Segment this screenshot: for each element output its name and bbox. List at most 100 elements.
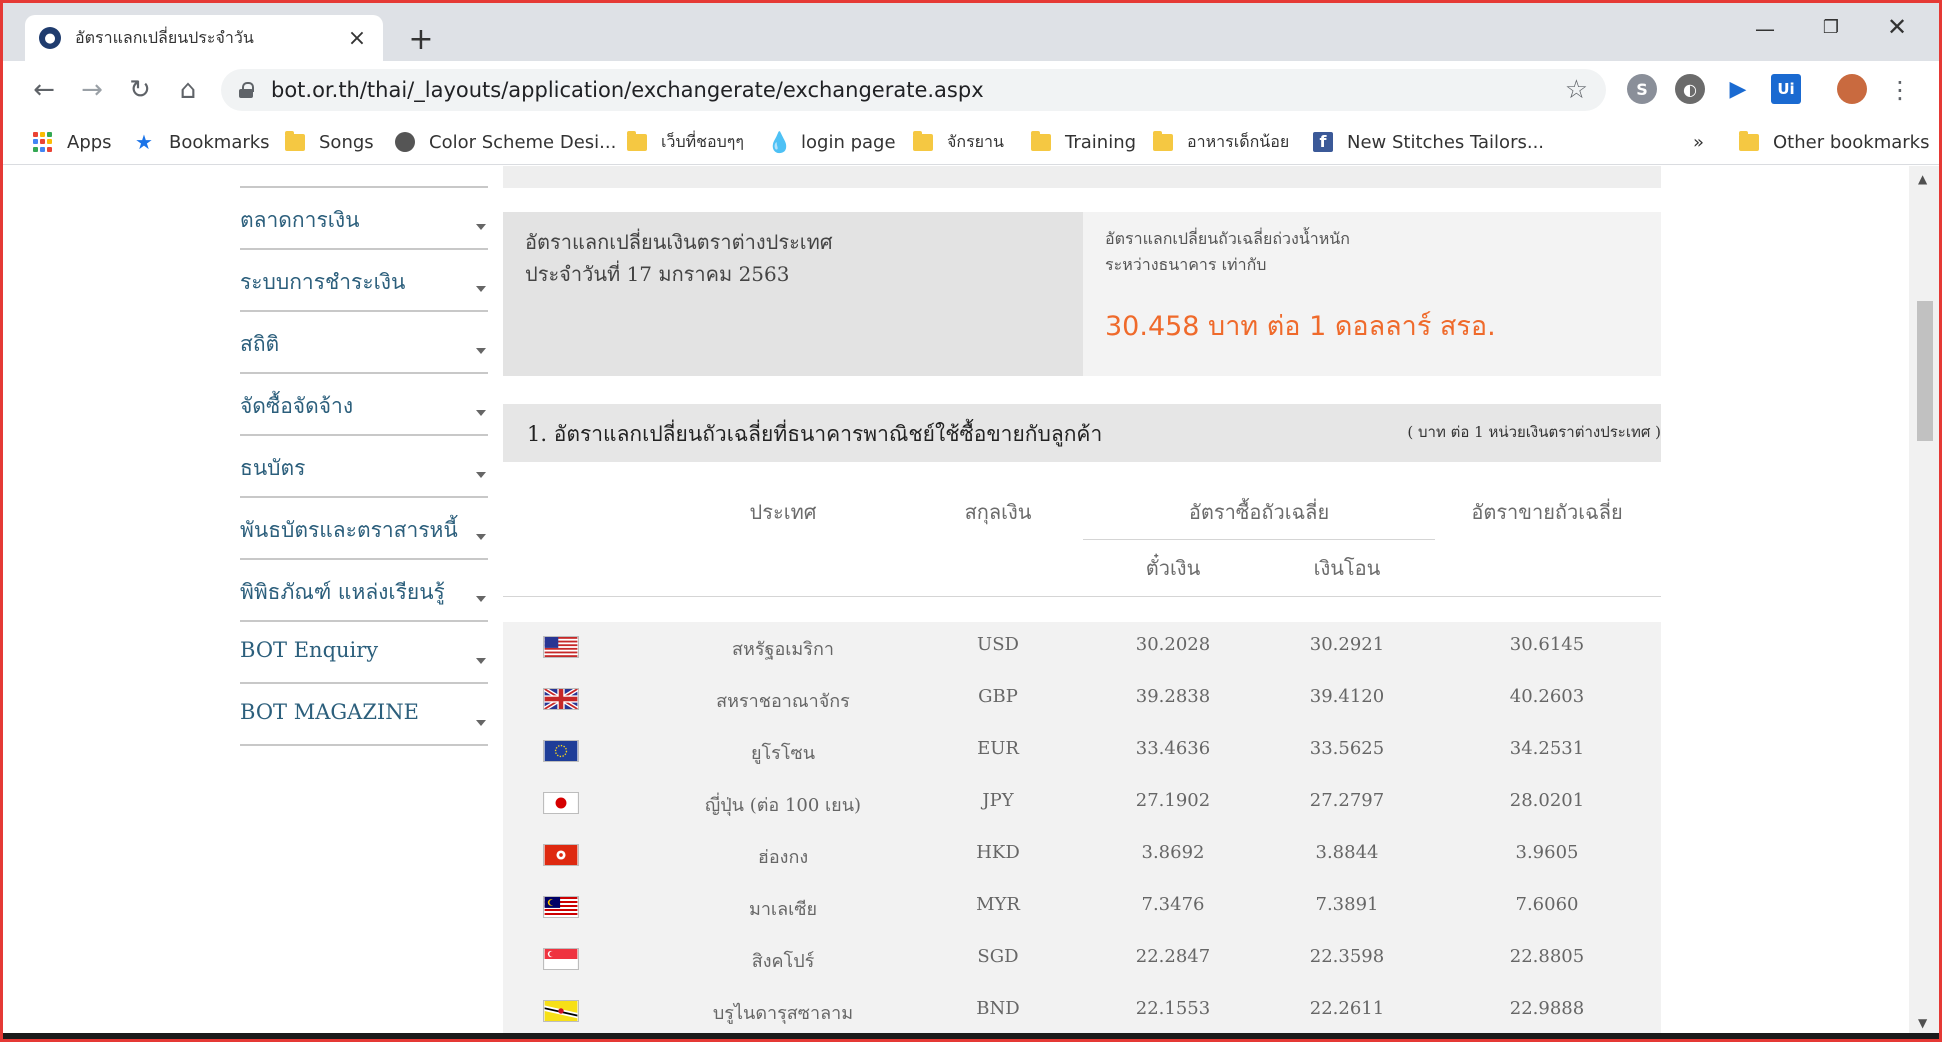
home-icon[interactable]: ⌂ xyxy=(171,73,205,107)
folder-icon xyxy=(285,130,305,151)
sidebar-item-money-market[interactable]: ตลาดการเงิน xyxy=(240,188,488,250)
table-row: สหรัฐอเมริกา USD 30.2028 30.2921 30.6145 xyxy=(503,622,1661,674)
header-currency: สกุลเงิน xyxy=(964,500,1032,524)
uipath-icon[interactable]: Ui xyxy=(1771,74,1801,104)
cell-selling: 30.6145 xyxy=(1509,634,1585,655)
table-row: มาเลเซีย MYR 7.3476 7.3891 7.6060 xyxy=(503,882,1661,934)
sidebar-item-statistics[interactable]: สถิติ xyxy=(240,312,488,374)
bookmarks-overflow-button[interactable]: » xyxy=(1693,127,1704,157)
scroll-up-icon[interactable]: ▲ xyxy=(1918,172,1927,186)
scroll-down-icon[interactable]: ▼ xyxy=(1918,1016,1927,1030)
bookmark-fav-sites[interactable]: เว็บที่ชอบๆๆ xyxy=(627,127,744,157)
extension-circle-icon[interactable]: ◐ xyxy=(1675,74,1705,104)
chevron-down-icon[interactable] xyxy=(476,286,486,292)
restore-icon[interactable]: ❐ xyxy=(1811,17,1851,38)
cell-country: สิงคโปร์ xyxy=(751,951,815,972)
interbank-label: อัตราแลกเปลี่ยนถัวเฉลี่ยถ่วงน้ำหนัก xyxy=(1105,229,1350,248)
table-row: สิงคโปร์ SGD 22.2847 22.3598 22.8805 xyxy=(503,934,1661,986)
header-buying: อัตราซื้อถัวเฉลี่ย xyxy=(1188,500,1330,524)
my-flag-icon xyxy=(543,896,579,918)
bookmark-label: Training xyxy=(1065,131,1137,153)
cell-selling: 7.6060 xyxy=(1515,894,1579,915)
browser-tab[interactable]: ● อัตราแลกเปลี่ยนประจำวัน × xyxy=(25,15,383,61)
exchange-date: ประจำวันที่ 17 มกราคม 2563 xyxy=(525,262,790,286)
chevron-down-icon[interactable] xyxy=(476,410,486,416)
cell-selling: 22.9888 xyxy=(1509,998,1585,1019)
bookmark-stitches[interactable]: f New Stitches Tailors... xyxy=(1313,127,1544,157)
chevron-down-icon[interactable] xyxy=(476,472,486,478)
chevron-down-icon[interactable] xyxy=(476,596,486,602)
sidebar-item-museum[interactable]: พิพิธภัณฑ์ แหล่งเรียนรู้ xyxy=(240,560,488,622)
back-icon[interactable]: ← xyxy=(27,73,61,107)
profile-avatar[interactable] xyxy=(1837,74,1867,104)
section-unit: ( บาท ต่อ 1 หน่วยเงินตราต่างประเทศ ) xyxy=(1407,423,1661,441)
facebook-icon: f xyxy=(1313,132,1333,152)
bookmark-star-icon[interactable]: ☆ xyxy=(1565,75,1588,105)
cell-cheque: 27.1902 xyxy=(1135,790,1211,811)
close-tab-icon[interactable]: × xyxy=(345,26,369,51)
chevron-down-icon[interactable] xyxy=(476,348,486,354)
sidebar-item-banknotes[interactable]: ธนบัตร xyxy=(240,436,488,498)
bookmark-label: เว็บที่ชอบๆๆ xyxy=(661,131,744,151)
bookmark-apps[interactable]: Apps xyxy=(33,127,112,157)
bookmark-label: New Stitches Tailors... xyxy=(1347,131,1545,153)
other-bookmarks[interactable]: Other bookmarks xyxy=(1739,127,1929,157)
folder-icon xyxy=(1153,130,1173,151)
address-bar[interactable]: bot.or.th/thai/_layouts/application/exch… xyxy=(221,69,1606,111)
table-row: ฮ่องกง HKD 3.8692 3.8844 3.9605 xyxy=(503,830,1661,882)
vertical-scrollbar[interactable]: ▲ ▼ xyxy=(1909,166,1939,1036)
bn-flag-icon xyxy=(543,1000,579,1022)
bookmark-training[interactable]: Training xyxy=(1031,127,1136,157)
skype-icon[interactable]: S xyxy=(1627,74,1657,104)
cell-cheque: 39.2838 xyxy=(1135,686,1211,707)
us-flag-icon xyxy=(543,636,579,658)
cell-selling: 22.8805 xyxy=(1509,946,1585,967)
chevron-down-icon[interactable] xyxy=(476,658,486,664)
bookmark-color-scheme[interactable]: Color Scheme Desi... xyxy=(395,127,616,157)
eu-flag-icon xyxy=(543,740,579,762)
new-tab-button[interactable]: + xyxy=(403,23,439,59)
sidebar-item-label: ระบบการชำระเงิน xyxy=(240,270,406,294)
menu-icon[interactable]: ⋮ xyxy=(1883,73,1917,107)
table-row: สหราชอาณาจักร GBP 39.2838 39.4120 40.260… xyxy=(503,674,1661,726)
sidebar-item-bot-enquiry[interactable]: BOT Enquiry xyxy=(240,622,488,684)
cell-selling: 40.2603 xyxy=(1509,686,1585,707)
chevron-down-icon[interactable] xyxy=(476,534,486,540)
cell-selling: 3.9605 xyxy=(1515,842,1579,863)
bookmark-bicycle[interactable]: จักรยาน xyxy=(913,127,1004,157)
cell-currency: USD xyxy=(977,634,1019,655)
minimize-icon[interactable]: — xyxy=(1745,17,1785,41)
table-row: บรูไนดารุสซาลาม BND 22.1553 22.2611 22.9… xyxy=(503,986,1661,1036)
sidebar-item-payment-systems[interactable]: ระบบการชำระเงิน xyxy=(240,250,488,312)
forward-icon[interactable]: → xyxy=(75,73,109,107)
section-title: 1. อัตราแลกเปลี่ยนถัวเฉลี่ยที่ธนาคารพาณิ… xyxy=(527,422,1103,446)
bookmark-label: Bookmarks xyxy=(169,131,270,153)
taskbar-edge xyxy=(3,1033,1939,1039)
sidebar-item-partial xyxy=(240,166,488,188)
bookmark-songs[interactable]: Songs xyxy=(285,127,374,157)
hk-flag-icon xyxy=(543,844,579,866)
sidebar-item-bot-magazine[interactable]: BOT MAGAZINE xyxy=(240,684,488,746)
cell-country: สหราชอาณาจักร xyxy=(716,691,850,712)
page-viewport: ตลาดการเงิน ระบบการชำระเงิน สถิติ จัดซื้… xyxy=(3,166,1915,1036)
sidebar-item-bonds[interactable]: พันธบัตรและตราสารหนี้ xyxy=(240,498,488,560)
close-window-icon[interactable]: ✕ xyxy=(1877,13,1917,41)
bookmark-label: จักรยาน xyxy=(947,131,1004,151)
scroll-thumb[interactable] xyxy=(1917,301,1933,441)
bookmark-login-page[interactable]: 💧 login page xyxy=(767,127,896,157)
sidebar-item-label: จัดซื้อจัดจ้าง xyxy=(240,394,354,418)
cell-cheque: 22.2847 xyxy=(1135,946,1211,967)
chevron-down-icon[interactable] xyxy=(476,720,486,726)
sidebar-item-label: พิพิธภัณฑ์ แหล่งเรียนรู้ xyxy=(240,580,445,604)
chevron-down-icon[interactable] xyxy=(476,224,486,230)
uk-flag-icon xyxy=(543,688,579,710)
cell-country: ยูโรโซน xyxy=(750,743,816,764)
reload-icon[interactable]: ↻ xyxy=(123,73,157,107)
sidebar-item-label: ตลาดการเงิน xyxy=(240,208,360,232)
play-extension-icon[interactable]: ▶ xyxy=(1723,74,1753,104)
sidebar-item-procurement[interactable]: จัดซื้อจัดจ้าง xyxy=(240,374,488,436)
bookmark-baby-food[interactable]: อาหารเด็กน้อย xyxy=(1153,127,1289,157)
bookmark-bookmarks[interactable]: ★ Bookmarks xyxy=(135,127,270,157)
url-text[interactable]: bot.or.th/thai/_layouts/application/exch… xyxy=(271,78,1565,102)
cell-transfer: 7.3891 xyxy=(1315,894,1379,915)
